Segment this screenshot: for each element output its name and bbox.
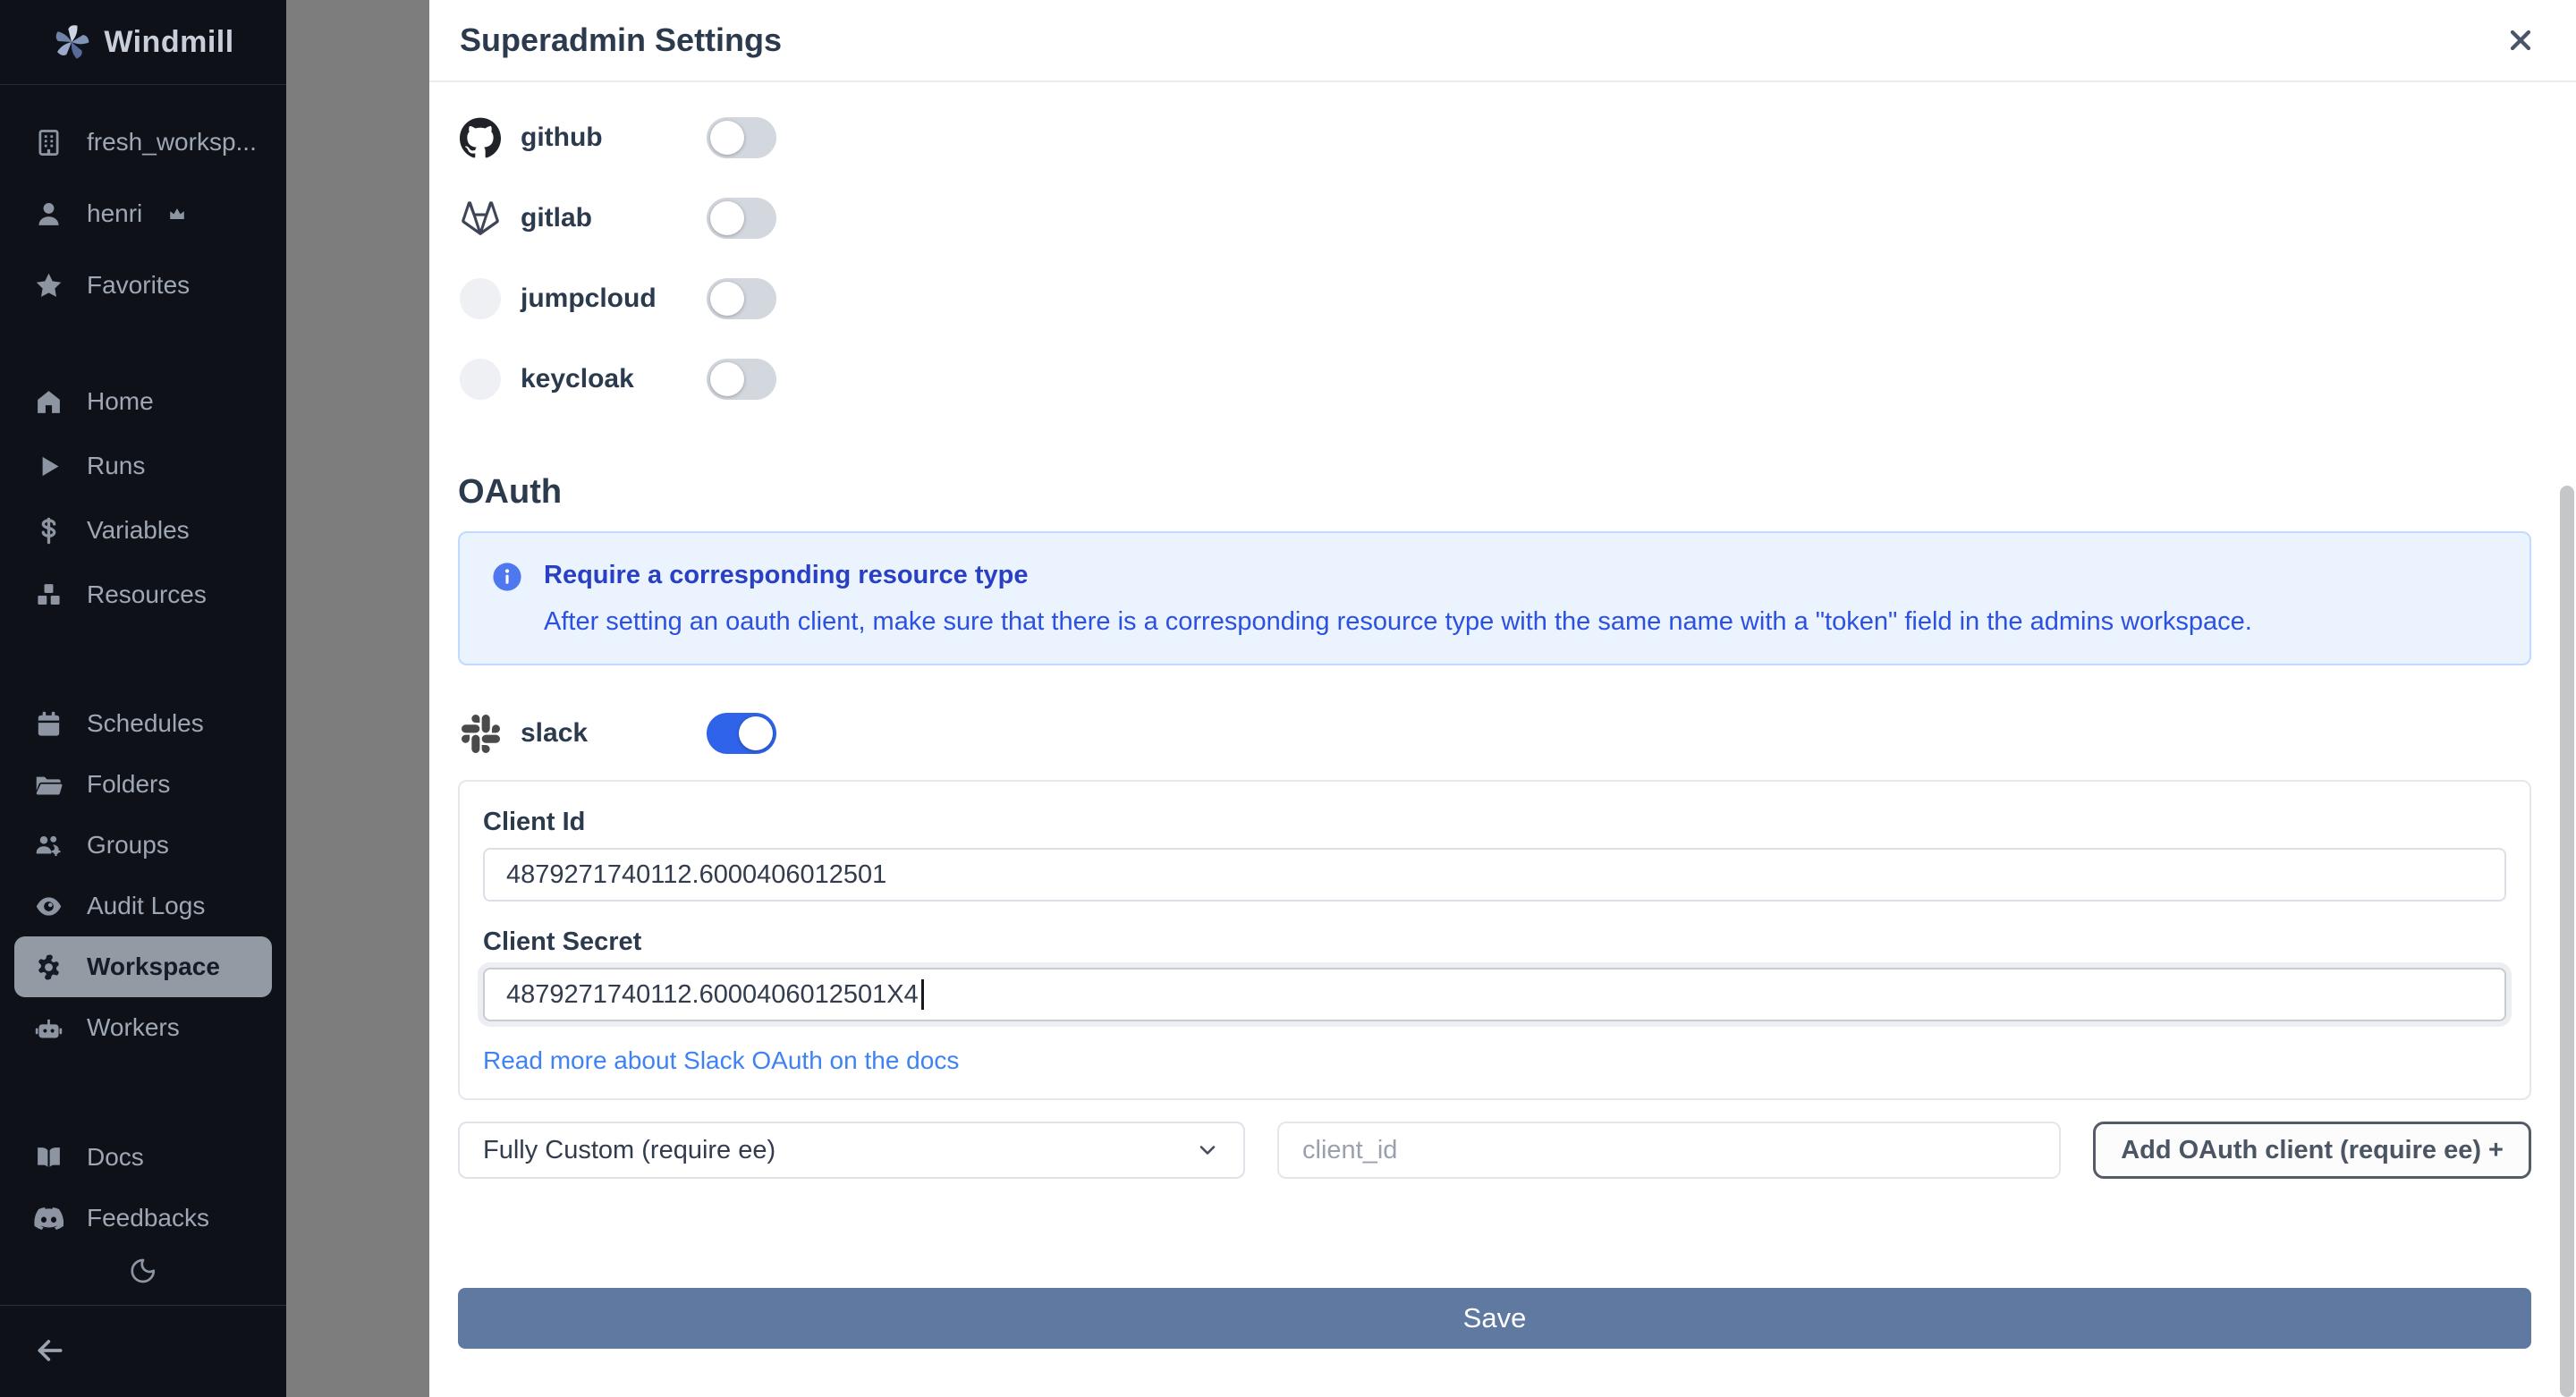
sidebar-item-docs[interactable]: Docs — [0, 1127, 286, 1188]
info-text-block: Require a corresponding resource type Af… — [544, 560, 2252, 637]
windmill-logo-icon — [55, 25, 89, 59]
sidebar-item-resources[interactable]: Resources — [0, 563, 286, 627]
sso-provider-name: jumpcloud — [521, 284, 657, 313]
sso-row-gitlab: gitlab — [458, 186, 2531, 250]
user-menu[interactable]: henri — [0, 182, 286, 246]
oauth-kind-selected: Fully Custom (require ee) — [483, 1135, 776, 1164]
scrollbar-thumb[interactable] — [2560, 486, 2574, 1397]
toggle-knob — [710, 282, 744, 316]
client-secret-label: Client Secret — [483, 927, 642, 956]
discord-icon — [34, 1206, 64, 1230]
home-icon — [38, 390, 60, 413]
slack-icon — [458, 711, 503, 756]
arrow-left-icon — [38, 1340, 63, 1361]
new-client-id-input[interactable] — [1277, 1122, 2062, 1179]
jumpcloud-toggle[interactable] — [707, 278, 776, 319]
book-open-icon — [38, 1147, 60, 1167]
info-icon — [493, 563, 521, 591]
add-oauth-client-button[interactable]: Add OAuth client (require ee) + — [2093, 1122, 2531, 1179]
toggle-knob — [739, 716, 773, 750]
robot-icon — [35, 1019, 63, 1037]
dollar-icon — [41, 517, 56, 544]
drawer-body: github gitlab jumpcloud keycloak OAuth R… — [429, 82, 2576, 1397]
oauth-provider-name: slack — [521, 718, 589, 748]
jumpcloud-icon — [458, 276, 503, 321]
boxes-icon — [38, 583, 60, 605]
add-oauth-client-row: Fully Custom (require ee) Add OAuth clie… — [458, 1122, 2531, 1179]
sidebar-item-audit-logs[interactable]: Audit Logs — [0, 876, 286, 936]
info-title: Require a corresponding resource type — [544, 561, 1029, 589]
oauth-info-callout: Require a corresponding resource type Af… — [458, 531, 2531, 665]
toggle-knob — [710, 121, 744, 155]
superadmin-settings-drawer: Superadmin Settings github gitlab jumpcl… — [429, 0, 2576, 1397]
close-drawer-button[interactable] — [2504, 24, 2537, 56]
sso-row-keycloak: keycloak — [458, 347, 2531, 411]
toggle-knob — [710, 362, 744, 396]
sso-provider-name: github — [521, 123, 603, 152]
oauth-kind-select[interactable]: Fully Custom (require ee) — [458, 1122, 1245, 1179]
user-icon — [38, 202, 59, 225]
drawer-header: Superadmin Settings — [429, 0, 2576, 82]
keycloak-toggle[interactable] — [707, 359, 776, 400]
client-secret-value: 4879271740112.6000406012501X4 — [506, 979, 919, 1009]
slack-toggle[interactable] — [707, 713, 776, 754]
modal-backdrop[interactable] — [286, 0, 429, 1397]
text-cursor — [920, 979, 924, 1010]
oauth-row-slack: slack — [458, 701, 2531, 766]
close-icon — [2510, 30, 2531, 51]
sso-provider-name: keycloak — [521, 364, 634, 394]
sidebar-item-favorites[interactable]: Favorites — [0, 253, 286, 318]
eye-icon — [36, 896, 62, 916]
gear-icon — [38, 953, 59, 980]
superadmin-crown-icon — [170, 208, 185, 219]
star-icon — [36, 273, 62, 297]
client-secret-input[interactable]: 4879271740112.6000406012501X4 — [483, 968, 2506, 1021]
play-icon — [42, 456, 59, 476]
client-id-label: Client Id — [483, 808, 586, 836]
slack-oauth-docs-link[interactable]: Read more about Slack OAuth on the docs — [483, 1046, 959, 1075]
app-title: Windmill — [104, 24, 234, 59]
dark-mode-toggle[interactable] — [0, 1249, 286, 1293]
sidebar-item-groups[interactable]: Groups — [0, 815, 286, 876]
client-id-input[interactable] — [483, 848, 2506, 902]
save-button[interactable]: Save — [458, 1288, 2531, 1349]
gitlab-icon — [458, 196, 503, 241]
toggle-knob — [710, 201, 744, 235]
sidebar-item-runs[interactable]: Runs — [0, 434, 286, 498]
github-toggle[interactable] — [707, 117, 776, 158]
oauth-heading: OAuth — [458, 473, 563, 511]
sidebar-item-workspace[interactable]: Workspace — [14, 936, 272, 997]
calendar-icon — [38, 711, 60, 736]
windmill-logo[interactable]: Windmill — [0, 0, 286, 85]
drawer-title: Superadmin Settings — [460, 21, 783, 58]
github-icon — [458, 115, 503, 160]
sso-row-jumpcloud: jumpcloud — [458, 267, 2531, 331]
gitlab-toggle[interactable] — [707, 198, 776, 239]
chevron-down-icon — [1199, 1146, 1216, 1155]
workspace-name: fresh_worksp... — [87, 128, 257, 156]
workspace-selector[interactable]: fresh_worksp... — [0, 110, 286, 174]
building-icon — [38, 129, 59, 156]
users-gear-icon — [36, 835, 61, 856]
sso-row-github: github — [458, 106, 2531, 170]
moon-icon — [131, 1258, 156, 1283]
folder-open-icon — [36, 776, 63, 795]
slack-client-settings: Client Id Client Secret 4879271740112.60… — [458, 780, 2531, 1100]
sidebar-item-schedules[interactable]: Schedules — [0, 693, 286, 754]
username: henri — [87, 199, 143, 227]
sidebar-item-variables[interactable]: Variables — [0, 498, 286, 563]
sidebar-item-feedbacks[interactable]: Feedbacks — [0, 1188, 286, 1249]
sidebar-item-workers[interactable]: Workers — [0, 997, 286, 1058]
sidebar-item-folders[interactable]: Folders — [0, 754, 286, 815]
info-body: After setting an oauth client, make sure… — [544, 607, 2252, 636]
collapse-sidebar-button[interactable] — [0, 1306, 286, 1395]
keycloak-icon — [458, 357, 503, 402]
sidebar: Windmill fresh_worksp... henri Favorites — [0, 0, 286, 1397]
sso-provider-name: gitlab — [521, 203, 592, 233]
sidebar-item-home[interactable]: Home — [0, 369, 286, 434]
